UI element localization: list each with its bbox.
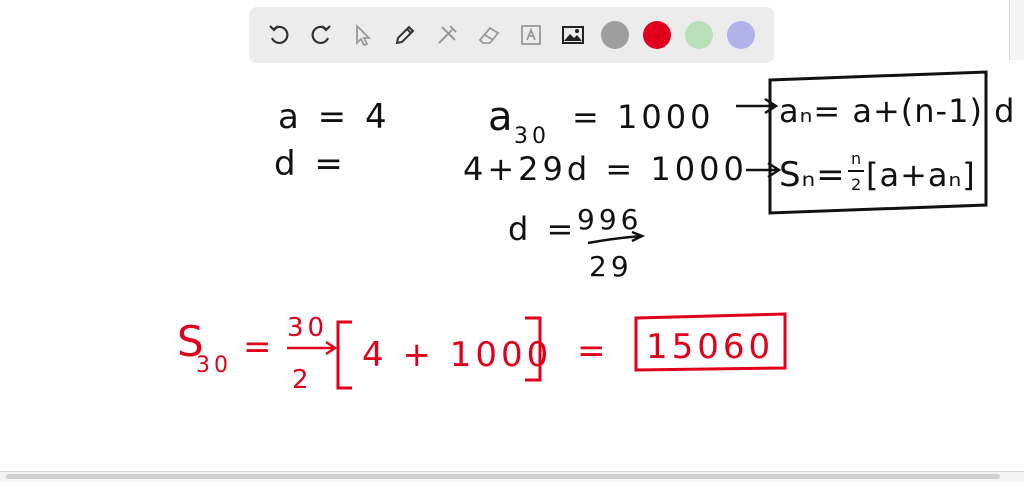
whiteboard-canvas[interactable]: a = 4 d = a 30 = 1000 4+29d = 1000 d = 9… xyxy=(0,0,1024,482)
redo-button[interactable] xyxy=(303,17,339,53)
horizontal-scrollbar-thumb[interactable] xyxy=(6,474,1000,479)
color-swatch-green[interactable] xyxy=(685,21,713,49)
tools-icon xyxy=(438,25,457,44)
s30-equals: = xyxy=(243,327,276,367)
vertical-scrollbar[interactable] xyxy=(1009,0,1024,60)
fraction-denominator-29: 29 xyxy=(589,250,633,283)
d-equals: d = xyxy=(274,144,347,184)
answer-value: 15060 xyxy=(646,327,774,367)
whiteboard-drawing: a = 4 d = a 30 = 1000 4+29d = 1000 d = 9… xyxy=(177,70,1015,395)
a30-letter: a xyxy=(488,94,517,140)
image-icon xyxy=(562,26,584,44)
eraser-tool-button[interactable] xyxy=(471,17,507,53)
formula-sum-rhs: [a+aₙ] xyxy=(866,156,976,194)
formula-sum-n: n xyxy=(851,149,861,168)
pointer-icon xyxy=(356,23,372,47)
equation-4-29d: 4+29d = 1000 xyxy=(463,150,748,188)
undo-button[interactable] xyxy=(261,17,297,53)
color-swatch-purple[interactable] xyxy=(727,21,755,49)
select-tool-button[interactable] xyxy=(345,17,381,53)
eraser-icon xyxy=(478,26,500,44)
image-tool-button[interactable] xyxy=(555,17,591,53)
pencil-icon xyxy=(395,25,415,45)
d-equals-fraction: d = xyxy=(508,210,577,248)
left-bracket xyxy=(336,320,352,390)
drawing-toolbar xyxy=(249,7,774,63)
bracket-content: 4 + 1000 xyxy=(362,335,552,375)
undo-icon xyxy=(269,25,289,45)
frac-2: 2 xyxy=(292,365,313,395)
a30-subscript: 30 xyxy=(514,124,550,149)
s30-subscript: 30 xyxy=(196,353,232,378)
formula-sum-lhs: Sₙ= xyxy=(779,155,846,195)
text-tool-button[interactable] xyxy=(513,17,549,53)
a30-value: = 1000 xyxy=(572,98,714,136)
tools-button[interactable] xyxy=(429,17,465,53)
pen-tool-button[interactable] xyxy=(387,17,423,53)
color-swatch-red[interactable] xyxy=(643,21,671,49)
horizontal-scrollbar[interactable] xyxy=(0,471,1024,482)
formula-nth-term: aₙ= a+(n-1) d xyxy=(779,92,1015,130)
redo-icon xyxy=(311,25,331,45)
text-icon xyxy=(521,25,541,45)
formula-sum-2: 2 xyxy=(851,175,861,194)
color-swatch-gray[interactable] xyxy=(601,21,629,49)
answer-equals: = xyxy=(577,331,610,371)
a-equals-4: a = 4 xyxy=(278,97,391,137)
frac-30: 30 xyxy=(287,313,328,343)
